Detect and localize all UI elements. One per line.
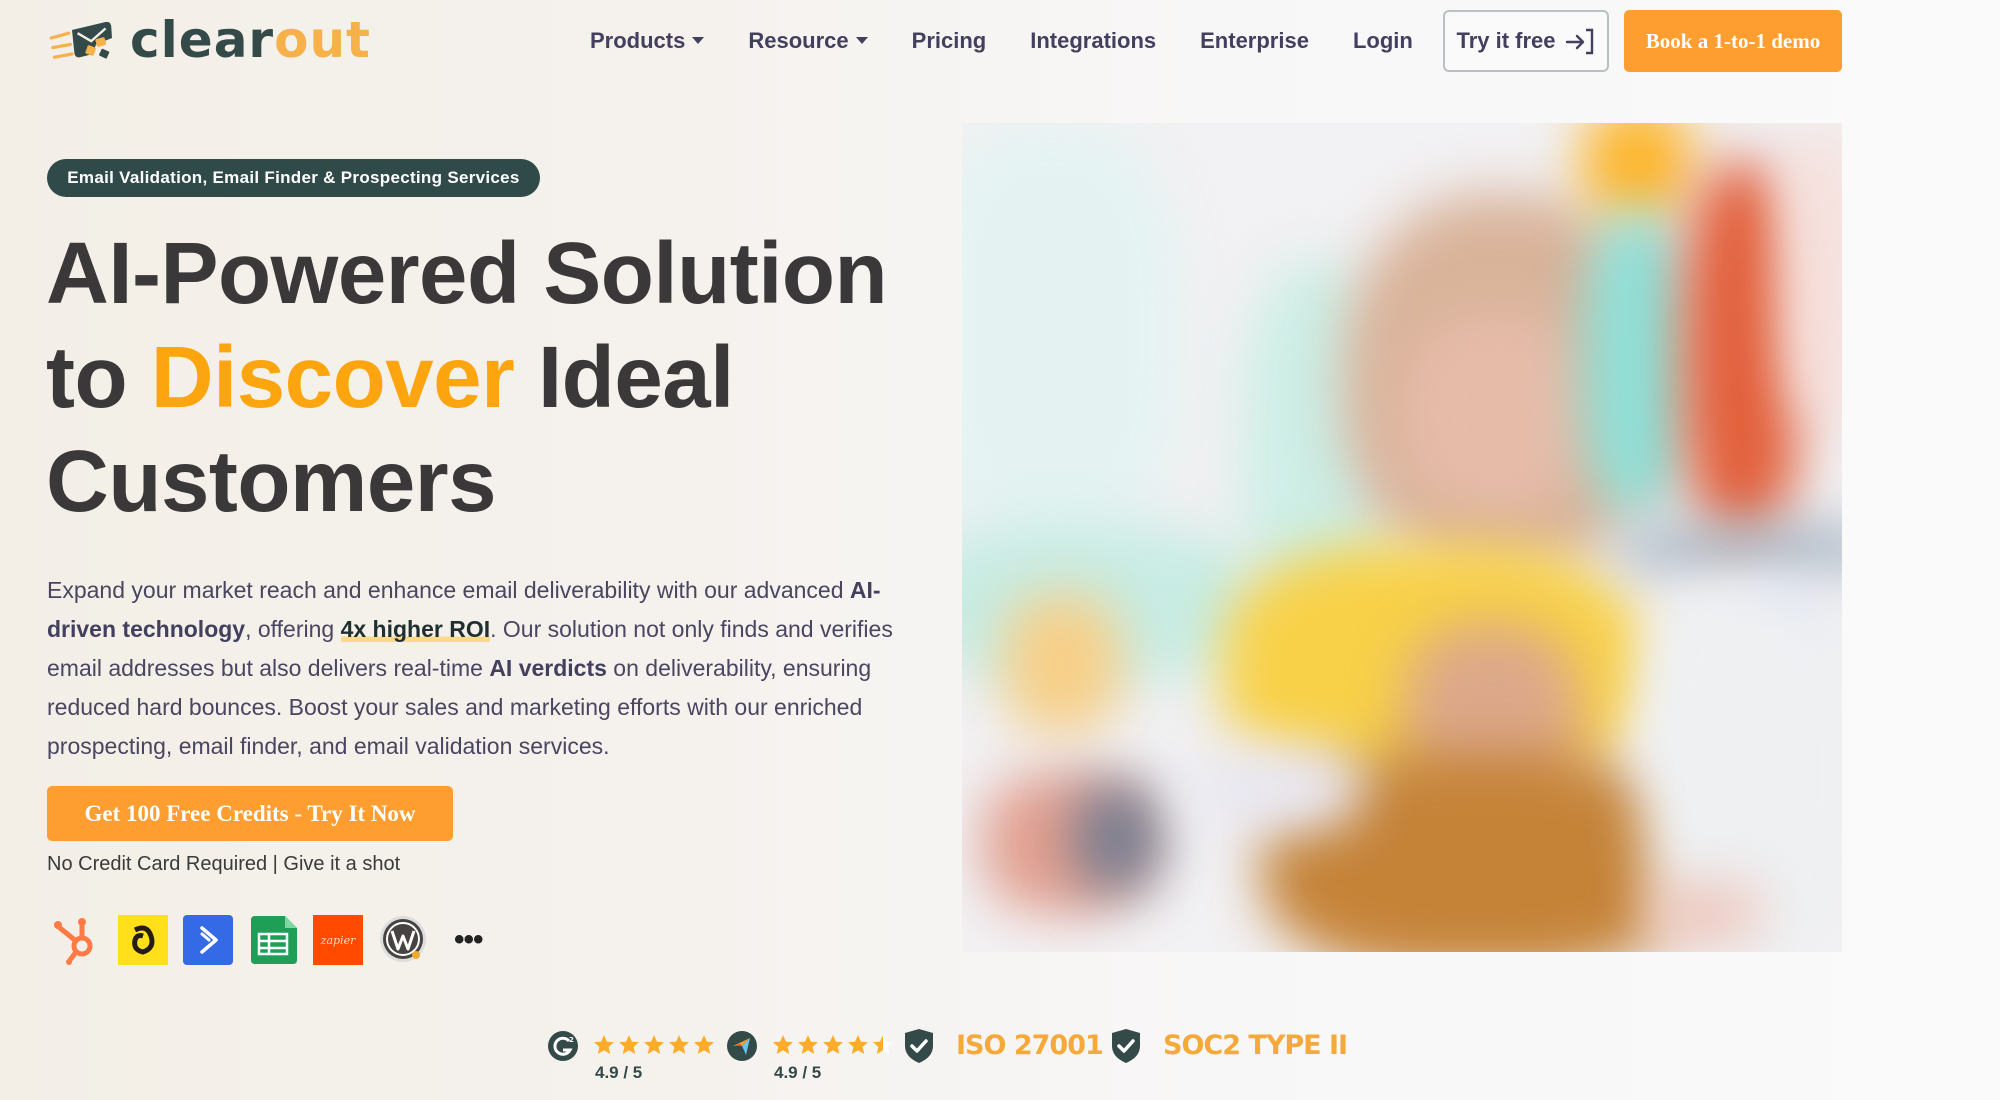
star-icon xyxy=(619,1035,639,1054)
svg-text:2: 2 xyxy=(569,1036,574,1044)
star-icon xyxy=(644,1035,664,1054)
hero-headline: AI-Powered Solution to Discover Ideal Cu… xyxy=(46,225,888,530)
shield-check-icon xyxy=(905,1029,933,1063)
hero-image xyxy=(962,123,1842,952)
logo-text: clearout xyxy=(130,11,371,69)
logo[interactable]: clearout xyxy=(48,12,371,68)
activecampaign-icon[interactable] xyxy=(182,914,234,966)
nav-integrations[interactable]: Integrations xyxy=(1030,28,1156,54)
iso-27001-label: ISO 27001 xyxy=(956,1030,1104,1061)
nav-pricing[interactable]: Pricing xyxy=(912,28,987,54)
more-integrations-icon[interactable]: ••• xyxy=(454,925,483,955)
services-badge: Email Validation, Email Finder & Prospec… xyxy=(47,159,540,197)
nav-products[interactable]: Products xyxy=(590,28,705,54)
nav-enterprise[interactable]: Enterprise xyxy=(1200,28,1309,54)
nav-resource[interactable]: Resource xyxy=(748,28,868,54)
star-icon xyxy=(594,1035,614,1054)
g2-rating: 4.9 / 5 xyxy=(595,1063,643,1082)
caret-down-icon xyxy=(692,36,705,44)
roi-highlight: 4x higher ROI xyxy=(340,616,491,642)
star-icon xyxy=(773,1035,793,1054)
wordpress-icon[interactable] xyxy=(377,914,429,966)
star-icon xyxy=(873,1035,893,1054)
star-icon xyxy=(823,1035,843,1054)
capterra-rating: 4.9 / 5 xyxy=(774,1063,822,1082)
svg-text:zapier: zapier xyxy=(320,934,356,947)
shield-check-icon xyxy=(1112,1029,1140,1063)
star-icon xyxy=(798,1035,818,1054)
google-sheets-icon[interactable] xyxy=(247,914,299,966)
mailchimp-icon[interactable] xyxy=(117,914,169,966)
g2-icon[interactable]: 2 xyxy=(547,1030,579,1062)
star-icon xyxy=(848,1035,868,1054)
star-icon xyxy=(694,1035,714,1054)
integrations-row: zapier ••• xyxy=(52,912,483,968)
sign-in-arrow-icon xyxy=(1565,28,1593,55)
nav-login[interactable]: Login xyxy=(1353,28,1413,54)
book-demo-button[interactable]: Book a 1-to-1 demo xyxy=(1624,10,1842,72)
headline-accent: Discover xyxy=(150,329,515,426)
capterra-stars xyxy=(772,1034,897,1056)
free-credits-cta-button[interactable]: Get 100 Free Credits - Try It Now xyxy=(47,786,453,841)
capterra-icon[interactable] xyxy=(726,1030,758,1062)
caret-down-icon xyxy=(855,36,868,44)
try-it-free-button[interactable]: Try it free xyxy=(1443,10,1609,72)
soc2-type-ii-label: SOC2 TYPE II xyxy=(1163,1030,1348,1061)
hubspot-icon[interactable] xyxy=(52,914,104,966)
main-nav: Products Resource Pricing Integrations E… xyxy=(590,24,1457,58)
cta-subtext: No Credit Card Required | Give it a shot xyxy=(47,853,401,875)
g2-stars xyxy=(593,1034,718,1056)
envelope-logo-icon xyxy=(49,21,112,60)
zapier-icon[interactable]: zapier xyxy=(312,914,364,966)
hero-description: Expand your market reach and enhance ema… xyxy=(47,577,893,759)
star-icon xyxy=(669,1035,689,1054)
